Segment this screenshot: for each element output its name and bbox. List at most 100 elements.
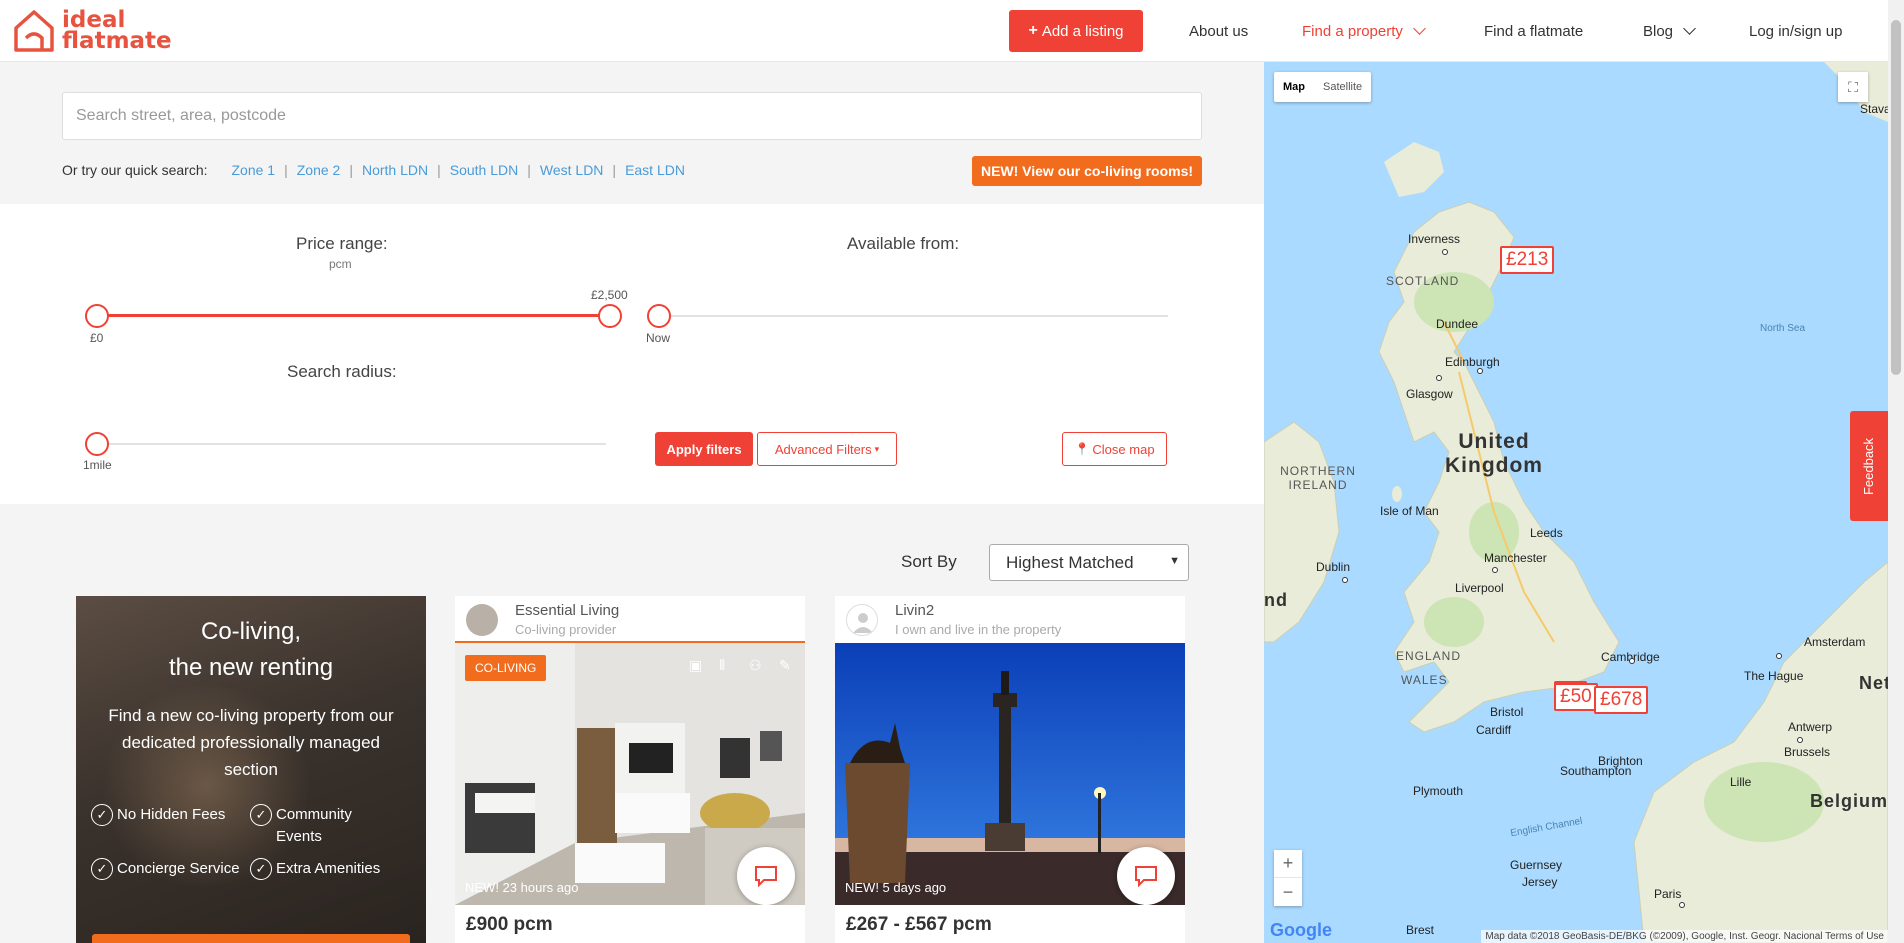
check-circle-icon: ✓ xyxy=(91,858,113,880)
city-label: Brighton xyxy=(1598,754,1643,768)
feedback-tab[interactable]: Feedback xyxy=(1850,411,1888,521)
search-radius-label: Search radius: xyxy=(287,362,397,381)
advertiser-role: I own and live in the property xyxy=(895,622,1062,637)
region-label: WALES xyxy=(1401,673,1448,687)
nav-find-flatmate[interactable]: Find a flatmate xyxy=(1484,0,1583,62)
city-label: Liverpool xyxy=(1455,581,1504,595)
price-min-handle[interactable] xyxy=(85,304,109,328)
quick-link-zone2[interactable]: Zone 2 xyxy=(297,162,341,178)
promo-feature: ✓ Community Events xyxy=(250,804,400,848)
advertiser-role: Co-living provider xyxy=(515,622,617,637)
coliving-promo-card[interactable]: Co-living, the new renting Find a new co… xyxy=(76,596,426,943)
caret-down-icon: ▾ xyxy=(874,443,880,454)
radius-handle[interactable] xyxy=(85,432,109,456)
price-max-label: £2,500 xyxy=(591,288,628,302)
price-marker[interactable]: £50 xyxy=(1554,683,1598,711)
add-listing-button[interactable]: + Add a listing xyxy=(1009,10,1143,52)
map-type-map[interactable]: Map xyxy=(1274,72,1314,102)
city-dot xyxy=(1436,375,1442,381)
listing-photo[interactable]: NEW! 5 days ago xyxy=(835,643,1185,905)
city-label: Isle of Man xyxy=(1380,504,1439,518)
city-label: Brest xyxy=(1406,923,1435,937)
promo-feature: ✓ No Hidden Fees xyxy=(91,804,225,826)
promo-cta-button[interactable] xyxy=(92,934,410,943)
message-button[interactable] xyxy=(737,847,795,905)
city-dot xyxy=(1477,368,1483,374)
city-dot xyxy=(1679,902,1685,908)
available-value-label: Now xyxy=(646,331,671,345)
check-circle-icon: ✓ xyxy=(250,804,272,826)
property-map[interactable]: Map Satellite ⛶ SCOTLAND ENGLAND WALES N… xyxy=(1264,62,1888,943)
quick-link-east-ldn[interactable]: East LDN xyxy=(625,162,685,178)
quick-link-north-ldn[interactable]: North LDN xyxy=(362,162,428,178)
listing-price: £900 pcm xyxy=(466,914,553,935)
nav-blog[interactable]: Blog xyxy=(1643,0,1696,62)
city-label: Jersey xyxy=(1522,875,1558,889)
coliving-banner-button[interactable]: NEW! View our co-living rooms! xyxy=(972,156,1202,186)
nav-login[interactable]: Log in/sign up xyxy=(1749,0,1842,62)
card-header: Essential Living Co-living provider xyxy=(455,596,805,643)
available-handle[interactable] xyxy=(647,304,671,328)
city-label: Manchester xyxy=(1484,551,1547,565)
city-dot xyxy=(1776,653,1782,659)
logo[interactable]: ideal flatmate xyxy=(12,8,172,54)
feature-label: Extra Amenities xyxy=(276,860,381,877)
nav-login-label: Log in/sign up xyxy=(1749,22,1843,40)
scrollbar-thumb[interactable] xyxy=(1891,20,1901,375)
map-attribution[interactable]: Map data ©2018 GeoBasis-DE/BKG (©2009), … xyxy=(1481,930,1888,943)
listing-photo[interactable]: CO-LIVING ▣ ⦀ ⚇ ✎ NEW! 23 hours ago xyxy=(455,643,805,905)
listing-card[interactable]: Livin2 I own and live in the property NE… xyxy=(835,596,1185,943)
message-button[interactable] xyxy=(1117,847,1175,905)
nav-find-property[interactable]: Find a property xyxy=(1302,0,1426,62)
map-type-control: Map Satellite xyxy=(1274,72,1372,102)
price-range-track xyxy=(96,314,610,317)
apply-filters-button[interactable]: Apply filters xyxy=(655,432,753,466)
price-min-label: £0 xyxy=(90,331,104,345)
nav-find-flatmate-label: Find a flatmate xyxy=(1484,22,1584,40)
region-label: ENGLAND xyxy=(1396,649,1462,663)
promo-title-line1: Co-living, xyxy=(200,618,302,645)
city-label: Lille xyxy=(1730,775,1752,789)
chat-bubble-icon xyxy=(1135,866,1157,887)
price-max-handle[interactable] xyxy=(598,304,622,328)
listing-card[interactable]: Essential Living Co-living provider CO-L… xyxy=(455,596,805,943)
quick-link-south-ldn[interactable]: South LDN xyxy=(450,162,518,178)
advanced-filters-button[interactable]: Advanced Filters ▾ xyxy=(757,432,897,466)
quick-search-label: Or try our quick search: xyxy=(62,162,208,178)
close-map-button[interactable]: 📍 Close map xyxy=(1062,432,1167,466)
quick-link-west-ldn[interactable]: West LDN xyxy=(540,162,604,178)
city-label: The Hague xyxy=(1744,669,1804,683)
country-label: United Kingdom xyxy=(1445,430,1543,477)
city-dot xyxy=(1797,737,1803,743)
map-type-satellite[interactable]: Satellite xyxy=(1314,72,1371,102)
city-label: Edinburgh xyxy=(1445,355,1500,369)
city-label: Dublin xyxy=(1316,560,1351,574)
nav-about[interactable]: About us xyxy=(1189,0,1248,62)
select-arrow-icon: ▼ xyxy=(1169,555,1180,567)
gym-icon: ⦀ xyxy=(719,657,726,673)
quick-link-zone1[interactable]: Zone 1 xyxy=(232,162,276,178)
city-label: Dundee xyxy=(1436,317,1479,331)
search-area: Search street, area, postcode Or try our… xyxy=(0,62,1264,204)
zoom-out-button[interactable]: − xyxy=(1274,878,1302,906)
check-circle-icon: ✓ xyxy=(250,858,272,880)
city-label: Paris xyxy=(1654,887,1682,901)
search-input[interactable]: Search street, area, postcode xyxy=(62,92,1202,140)
sort-select[interactable]: Highest Matched ▼ xyxy=(989,544,1189,581)
city-dot xyxy=(1629,658,1635,664)
listing-price: £267 - £567 pcm xyxy=(846,914,992,935)
site-header: ideal flatmate + Add a listing About us … xyxy=(0,0,1904,62)
price-marker[interactable]: £213 xyxy=(1500,246,1555,274)
city-label: Guernsey xyxy=(1510,858,1563,872)
separator: | xyxy=(284,162,288,178)
price-marker[interactable]: £678 xyxy=(1594,686,1649,714)
close-map-label: Close map xyxy=(1092,441,1155,457)
nav-about-label: About us xyxy=(1189,22,1249,40)
separator: | xyxy=(437,162,441,178)
city-label: Glasgow xyxy=(1406,387,1453,401)
fullscreen-icon[interactable]: ⛶ xyxy=(1838,72,1868,102)
zoom-in-button[interactable]: + xyxy=(1274,850,1302,878)
country-label: Nethe xyxy=(1859,673,1888,693)
city-label: Plymouth xyxy=(1413,784,1464,798)
city-dot xyxy=(1492,567,1498,573)
